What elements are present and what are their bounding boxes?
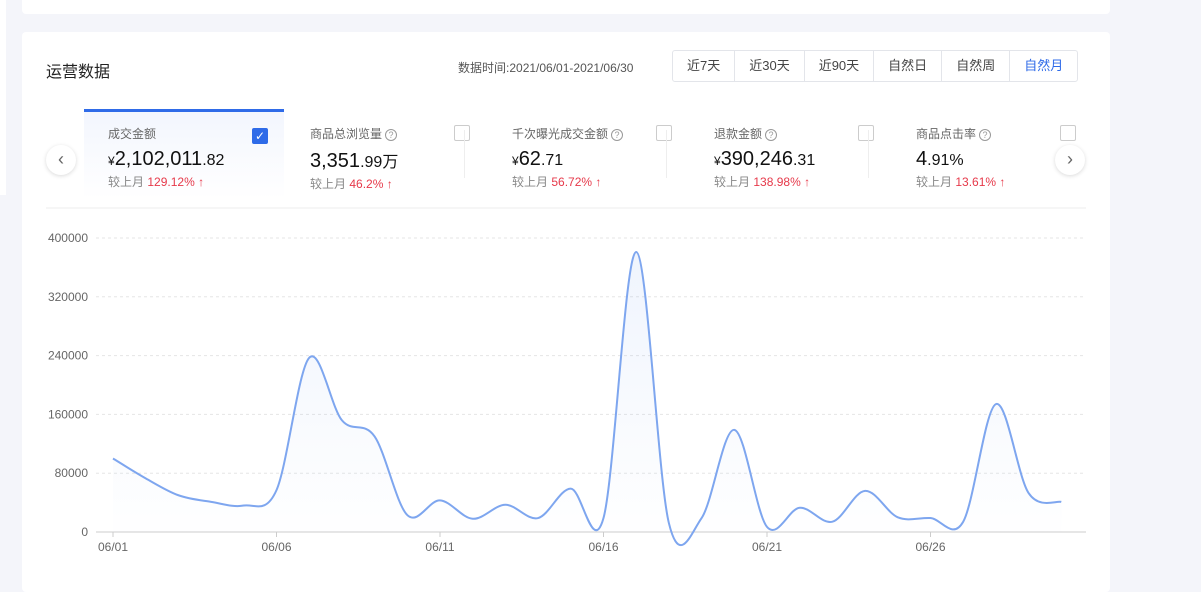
x-tick-label: 06/01 [98, 540, 128, 554]
x-tick-label: 06/06 [261, 540, 291, 554]
series-area [113, 251, 1062, 546]
x-tick-label: 06/16 [588, 540, 618, 554]
y-tick-label: 240000 [48, 349, 88, 363]
x-tick-label: 06/26 [915, 540, 945, 554]
y-tick-label: 80000 [55, 466, 89, 480]
x-tick-label: 06/11 [425, 540, 454, 554]
series-line [112, 250, 1062, 547]
line-chart: 0 80000 160000 240000 320000 400000 06/01 06/06… [46, 207, 1086, 554]
x-tick-label: 06/21 [752, 540, 782, 554]
y-tick-label: 0 [81, 525, 88, 539]
y-tick-label: 160000 [48, 407, 88, 421]
y-tick-label: 400000 [48, 231, 88, 245]
y-tick-label: 320000 [48, 290, 88, 304]
